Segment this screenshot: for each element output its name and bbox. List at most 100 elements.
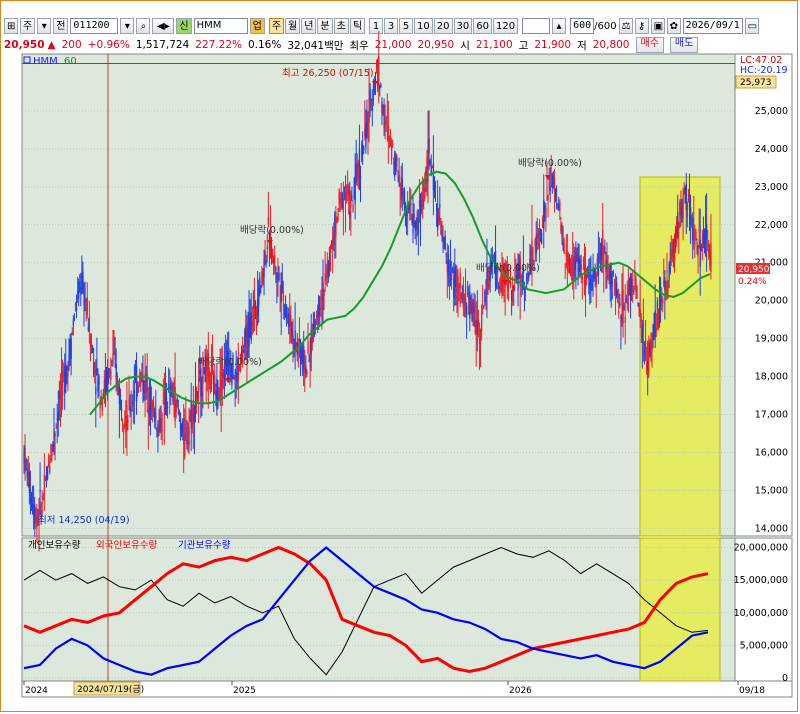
candle-body: [329, 268, 332, 270]
candle-body: [70, 338, 72, 359]
candle-body: [686, 203, 689, 217]
price-tick-label: 19,000: [755, 334, 788, 345]
price-tick-label: 18,000: [755, 372, 788, 383]
candle-body: [484, 291, 486, 303]
candle-body: [345, 191, 348, 194]
candle-body: [184, 432, 186, 458]
candle-body: [396, 157, 398, 162]
candle-body: [710, 242, 712, 272]
candle-body: [639, 309, 641, 320]
candle-body: [581, 276, 584, 279]
candle-body: [54, 433, 56, 437]
candle-body: [551, 174, 554, 188]
candle-body: [561, 229, 563, 239]
candle-body: [371, 107, 373, 111]
candle-body: [123, 432, 125, 434]
candle-body: [513, 286, 515, 290]
candle-body: [333, 231, 335, 246]
candle-body: [591, 283, 593, 289]
candle-body: [372, 98, 375, 101]
candle-body: [445, 253, 447, 257]
candle-body: [59, 396, 62, 401]
candle-body: [417, 218, 420, 234]
candle-body: [185, 427, 187, 430]
candle-body: [277, 267, 279, 270]
candle-body: [208, 369, 211, 382]
candle-body: [120, 408, 123, 411]
candle-body: [113, 338, 115, 345]
candle-body: [128, 398, 130, 405]
candle-body: [28, 471, 31, 493]
candle-body: [186, 440, 188, 445]
candle-body: [178, 412, 181, 416]
candle-body: [282, 291, 285, 301]
candle-body: [378, 56, 380, 88]
candle-body: [644, 339, 647, 348]
price-tick-label: 16,000: [755, 448, 788, 459]
candle-body: [270, 262, 273, 264]
candle-body: [397, 170, 399, 175]
candle-body: [617, 294, 619, 296]
candle-body: [343, 186, 346, 188]
last-price-label: 20,950: [738, 265, 770, 275]
candle-body: [129, 405, 131, 413]
legend-foreign: 외국인보유수량: [96, 539, 157, 551]
candle-body: [303, 346, 305, 369]
candle-body: [251, 322, 253, 326]
candle-body: [72, 321, 74, 326]
candle-body: [216, 378, 218, 411]
annotation-label: 배당락(0.00%): [518, 157, 582, 169]
candle-body: [278, 273, 280, 280]
candle-body: [422, 199, 424, 207]
candle-body: [349, 210, 351, 219]
candle-body: [61, 371, 64, 396]
candle-body: [363, 146, 365, 151]
candle-body: [545, 208, 547, 219]
candle-body: [86, 297, 88, 316]
candle-body: [167, 406, 169, 408]
candle-body: [696, 242, 698, 244]
candle-body: [272, 248, 274, 258]
candle-body: [126, 405, 128, 431]
candle-body: [695, 231, 697, 241]
price-tick-label: 23,000: [755, 182, 788, 193]
annotation-label: 최고 26,250 (07/15): [282, 68, 374, 79]
candle-body: [171, 385, 173, 388]
chart-canvas[interactable]: 14,000 15,000 16,000 17,000 18,000 19,000 20,0…: [0, 0, 800, 714]
candle-body: [48, 462, 50, 466]
candle-body: [323, 290, 325, 296]
candle-body: [546, 187, 548, 189]
candle-body: [292, 334, 294, 340]
candle-body: [221, 366, 223, 390]
candle-body: [533, 260, 535, 262]
candle-body: [626, 301, 629, 305]
candle-body: [654, 309, 656, 338]
candle-body: [41, 495, 43, 497]
candle-body: [214, 374, 216, 386]
candle-body: [46, 466, 49, 480]
candle-body: [444, 235, 446, 251]
candle-body: [632, 278, 634, 282]
candle-body: [30, 494, 33, 499]
candle-body: [511, 290, 513, 302]
candle-body: [461, 286, 464, 290]
candle-body: [592, 266, 594, 276]
candle-body: [392, 143, 394, 146]
candle-body: [689, 207, 692, 226]
candle-body: [501, 276, 503, 295]
candle-body: [640, 319, 642, 321]
candle-body: [419, 209, 422, 218]
candle-body: [96, 367, 98, 375]
candle-body: [359, 175, 362, 180]
candle-body: [121, 423, 124, 425]
candle-body: [383, 105, 385, 129]
candle-body: [467, 292, 469, 294]
candle-body: [460, 292, 462, 299]
legend-individual: 개인보유수량: [28, 539, 81, 551]
candle-body: [669, 259, 671, 273]
candle-body: [509, 281, 512, 285]
candle-body: [603, 253, 605, 265]
candle-body: [480, 313, 483, 332]
candle-body: [79, 286, 81, 290]
candle-body: [307, 341, 309, 354]
